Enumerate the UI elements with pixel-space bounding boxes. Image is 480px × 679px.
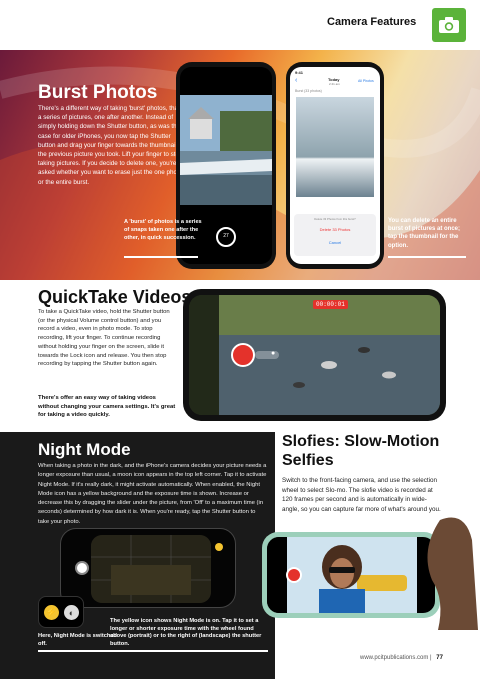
- quicktake-title: QuickTake Videos: [38, 287, 192, 307]
- footer: www.pcitpublications.com | 77: [360, 655, 443, 661]
- slofie-phone: [262, 532, 440, 618]
- slofies-title: Slofies: Slow-Motion Selfies: [282, 433, 440, 469]
- quicktake-phone-screen: 00:00:01 ●: [189, 295, 440, 415]
- section-title: Camera Features: [327, 16, 417, 28]
- quicktake-body: To take a QuickTake video, hold the Shut…: [38, 309, 170, 368]
- burst-caption-right: You can delete an entire burst of pictur…: [388, 218, 461, 249]
- delete-burst-button[interactable]: Delete 33 Photos: [294, 227, 376, 232]
- night-icons-panel: ⚡ ◐: [38, 596, 84, 628]
- quicktake-phone: 00:00:01 ●: [183, 289, 446, 421]
- night-caption-right: The yellow icon shows Night Mode is on. …: [110, 618, 262, 647]
- album-subtitle: 2:41 am: [329, 82, 340, 86]
- caption-rule: [38, 650, 268, 652]
- burst-caption-left: A 'burst' of photos is a series of snaps…: [124, 219, 202, 241]
- quicktake-note: There's offer an easy way of taking vide…: [38, 395, 176, 418]
- burst-title: Burst Photos: [38, 82, 158, 103]
- night-shutter-button[interactable]: [75, 561, 89, 575]
- delete-sheet: Delete 33 Photos from this burst? Delete…: [294, 214, 376, 256]
- caption-rule: [388, 256, 466, 258]
- night-caption-left: Here, Night Mode is switched off.: [38, 633, 118, 647]
- slofies-body: Switch to the front-facing camera, and u…: [282, 477, 441, 513]
- delete-prompt: Delete 33 Photos from this burst?: [314, 217, 356, 221]
- night-body: When taking a photo in the dark, and the…: [38, 463, 267, 525]
- night-phone-screen: [91, 535, 211, 603]
- lock-icon[interactable]: ●: [271, 350, 275, 357]
- burst-body: There's a different way of taking 'burst…: [38, 105, 188, 186]
- cancel-button[interactable]: Cancel: [294, 240, 376, 245]
- night-mode-toggle[interactable]: [215, 543, 223, 551]
- burst-phone-right-screen: 9:41 ‹ Today 2:41 am All Photos Burst (3…: [290, 67, 380, 264]
- burst-info: Burst (33 photos): [295, 89, 322, 93]
- section-badge: [432, 8, 466, 42]
- footer-site[interactable]: www.pcitpublications.com: [360, 655, 428, 661]
- night-title: Night Mode: [38, 440, 131, 459]
- burst-preview-image: [296, 97, 374, 197]
- night-phone: [60, 528, 236, 608]
- all-photos-link[interactable]: All Photos: [358, 79, 374, 83]
- status-time: 9:41: [295, 70, 304, 75]
- slofie-phone-screen: [267, 537, 435, 613]
- burst-phone-right: 9:41 ‹ Today 2:41 am All Photos Burst (3…: [286, 62, 384, 269]
- caption-rule: [124, 256, 198, 258]
- camera-icon: [439, 17, 459, 33]
- lock-slider-track[interactable]: [255, 351, 279, 359]
- burst-counter: 27: [223, 233, 229, 239]
- record-timer: 00:00:01: [313, 300, 348, 309]
- back-icon[interactable]: ‹: [295, 77, 297, 84]
- flash-icon[interactable]: ⚡: [44, 605, 59, 620]
- slofie-record-button[interactable]: [286, 567, 302, 583]
- record-button[interactable]: [231, 343, 255, 367]
- page-number: 77: [436, 655, 443, 661]
- moon-icon[interactable]: ◐: [64, 605, 79, 620]
- hand-illustration: [427, 517, 478, 630]
